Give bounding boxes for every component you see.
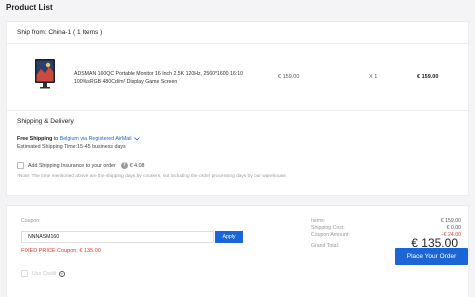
place-order-button[interactable]: Place Your Order	[395, 248, 468, 265]
grand-total-label: Grand Total:	[311, 243, 340, 249]
info-icon[interactable]: ?	[120, 162, 128, 169]
destination-link[interactable]: Belgium	[60, 136, 79, 142]
coupon-input[interactable]	[21, 231, 214, 243]
summary-card: Coupon: Apply FIXED PRICE Coupon: € 135.…	[6, 205, 469, 297]
use-credit-row: Use Credit ?	[21, 270, 65, 277]
coupon-label: Coupon:	[21, 218, 41, 224]
via-text: via	[78, 136, 89, 142]
insurance-checkbox[interactable]	[17, 162, 24, 169]
help-icon[interactable]: ?	[58, 270, 65, 277]
use-credit-label[interactable]: Use Credit	[32, 271, 57, 277]
divider	[7, 110, 468, 111]
shipping-note: *Note: The time mentioned above are the …	[17, 174, 288, 179]
chevron-down-icon[interactable]	[133, 136, 140, 141]
estimated-shipping-time: Estimated Shipping Time:15-45 business d…	[17, 144, 126, 150]
quantity: X 1	[369, 74, 378, 80]
shipping-method-link[interactable]: Registered AirMail	[89, 136, 132, 142]
items-label: Items:	[311, 218, 326, 224]
portable-monitor-image[interactable]	[31, 55, 59, 91]
shipping-cost-label: Shipping Cost:	[311, 225, 345, 231]
insurance-price: € 4.08	[129, 162, 145, 169]
unit-price: € 159.00	[278, 74, 300, 80]
items-row: Items: € 159.00	[311, 218, 461, 224]
shipping-cost-row: Shipping Cost: € 0.00	[311, 225, 461, 231]
fixed-price-coupon: FIXED PRICE Coupon: € 135.00	[21, 248, 101, 254]
line-total: € 159.00	[417, 74, 439, 80]
insurance-label[interactable]: Add Shipping Insurance to your order	[28, 163, 116, 169]
coupon-amount-label: Coupon Amount:	[311, 232, 350, 238]
items-value: € 159.00	[440, 218, 461, 224]
shipping-method-line: Free Shipping to Belgium via Registered …	[17, 136, 140, 142]
shipping-cost-value: € 0.00	[446, 225, 461, 231]
products-card: Ship from: China-1 ( 1 Items ) ADSMAN 16…	[6, 21, 469, 196]
ship-from-header: Ship from: China-1 ( 1 Items )	[17, 29, 103, 36]
to-text: to	[52, 136, 60, 142]
page-title: Product List	[6, 3, 53, 12]
divider	[7, 43, 468, 44]
apply-button[interactable]: Apply	[215, 231, 243, 243]
use-credit-checkbox[interactable]	[21, 270, 28, 277]
free-shipping-label: Free Shipping	[17, 136, 53, 142]
insurance-row: Add Shipping Insurance to your order ? €…	[17, 162, 144, 169]
shipping-delivery-title: Shipping & Delivery	[17, 118, 74, 125]
product-name[interactable]: ADSMAN 160QC Portable Monitor 16 Inch 2.…	[74, 70, 244, 86]
